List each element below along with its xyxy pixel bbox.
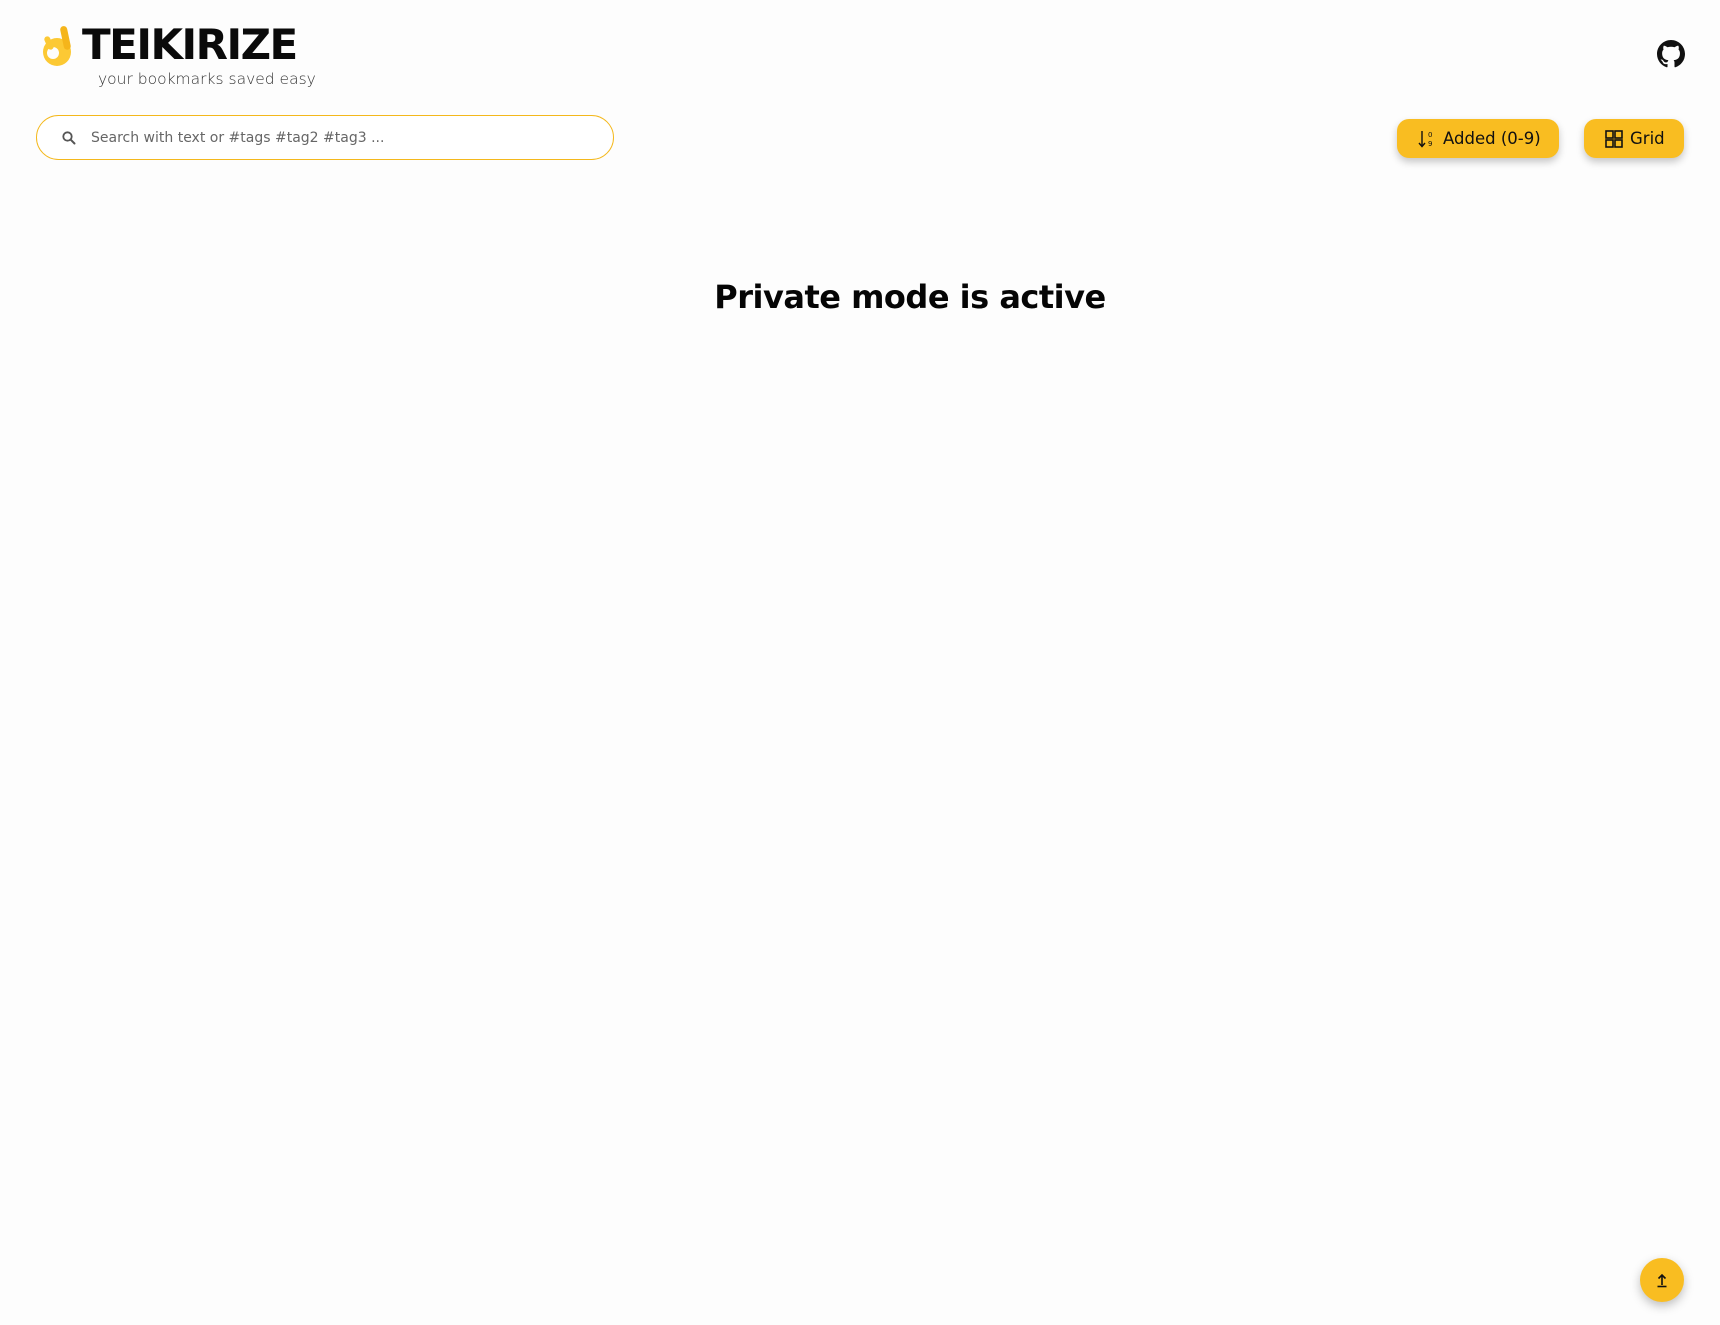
search-input[interactable] [89, 124, 593, 152]
sort-button[interactable]: 0 9 Added (0-9) [1397, 119, 1559, 158]
logo[interactable]: TEIKIRIZE your bookmarks saved easy [40, 20, 316, 90]
sort-numeric-down-icon: 0 9 [1418, 130, 1432, 148]
arrow-up-icon [1657, 1273, 1667, 1288]
header: TEIKIRIZE your bookmarks saved easy [0, 0, 1720, 100]
scroll-to-top-button[interactable] [1640, 1258, 1684, 1302]
view-toggle-label: Grid [1630, 129, 1665, 148]
private-mode-message: Private mode is active [714, 278, 1106, 316]
search-bar[interactable] [36, 115, 614, 160]
view-toggle-button[interactable]: Grid [1584, 119, 1684, 158]
app-tagline: your bookmarks saved easy [98, 70, 316, 88]
app-title: TEIKIRIZE [82, 20, 298, 69]
grid-icon [1605, 129, 1623, 148]
sort-button-label: Added (0-9) [1443, 129, 1541, 148]
svg-text:9: 9 [1428, 140, 1432, 148]
github-icon[interactable] [1657, 40, 1685, 68]
svg-text:0: 0 [1428, 131, 1432, 139]
ok-hand-icon [43, 26, 71, 66]
search-icon [62, 131, 76, 145]
